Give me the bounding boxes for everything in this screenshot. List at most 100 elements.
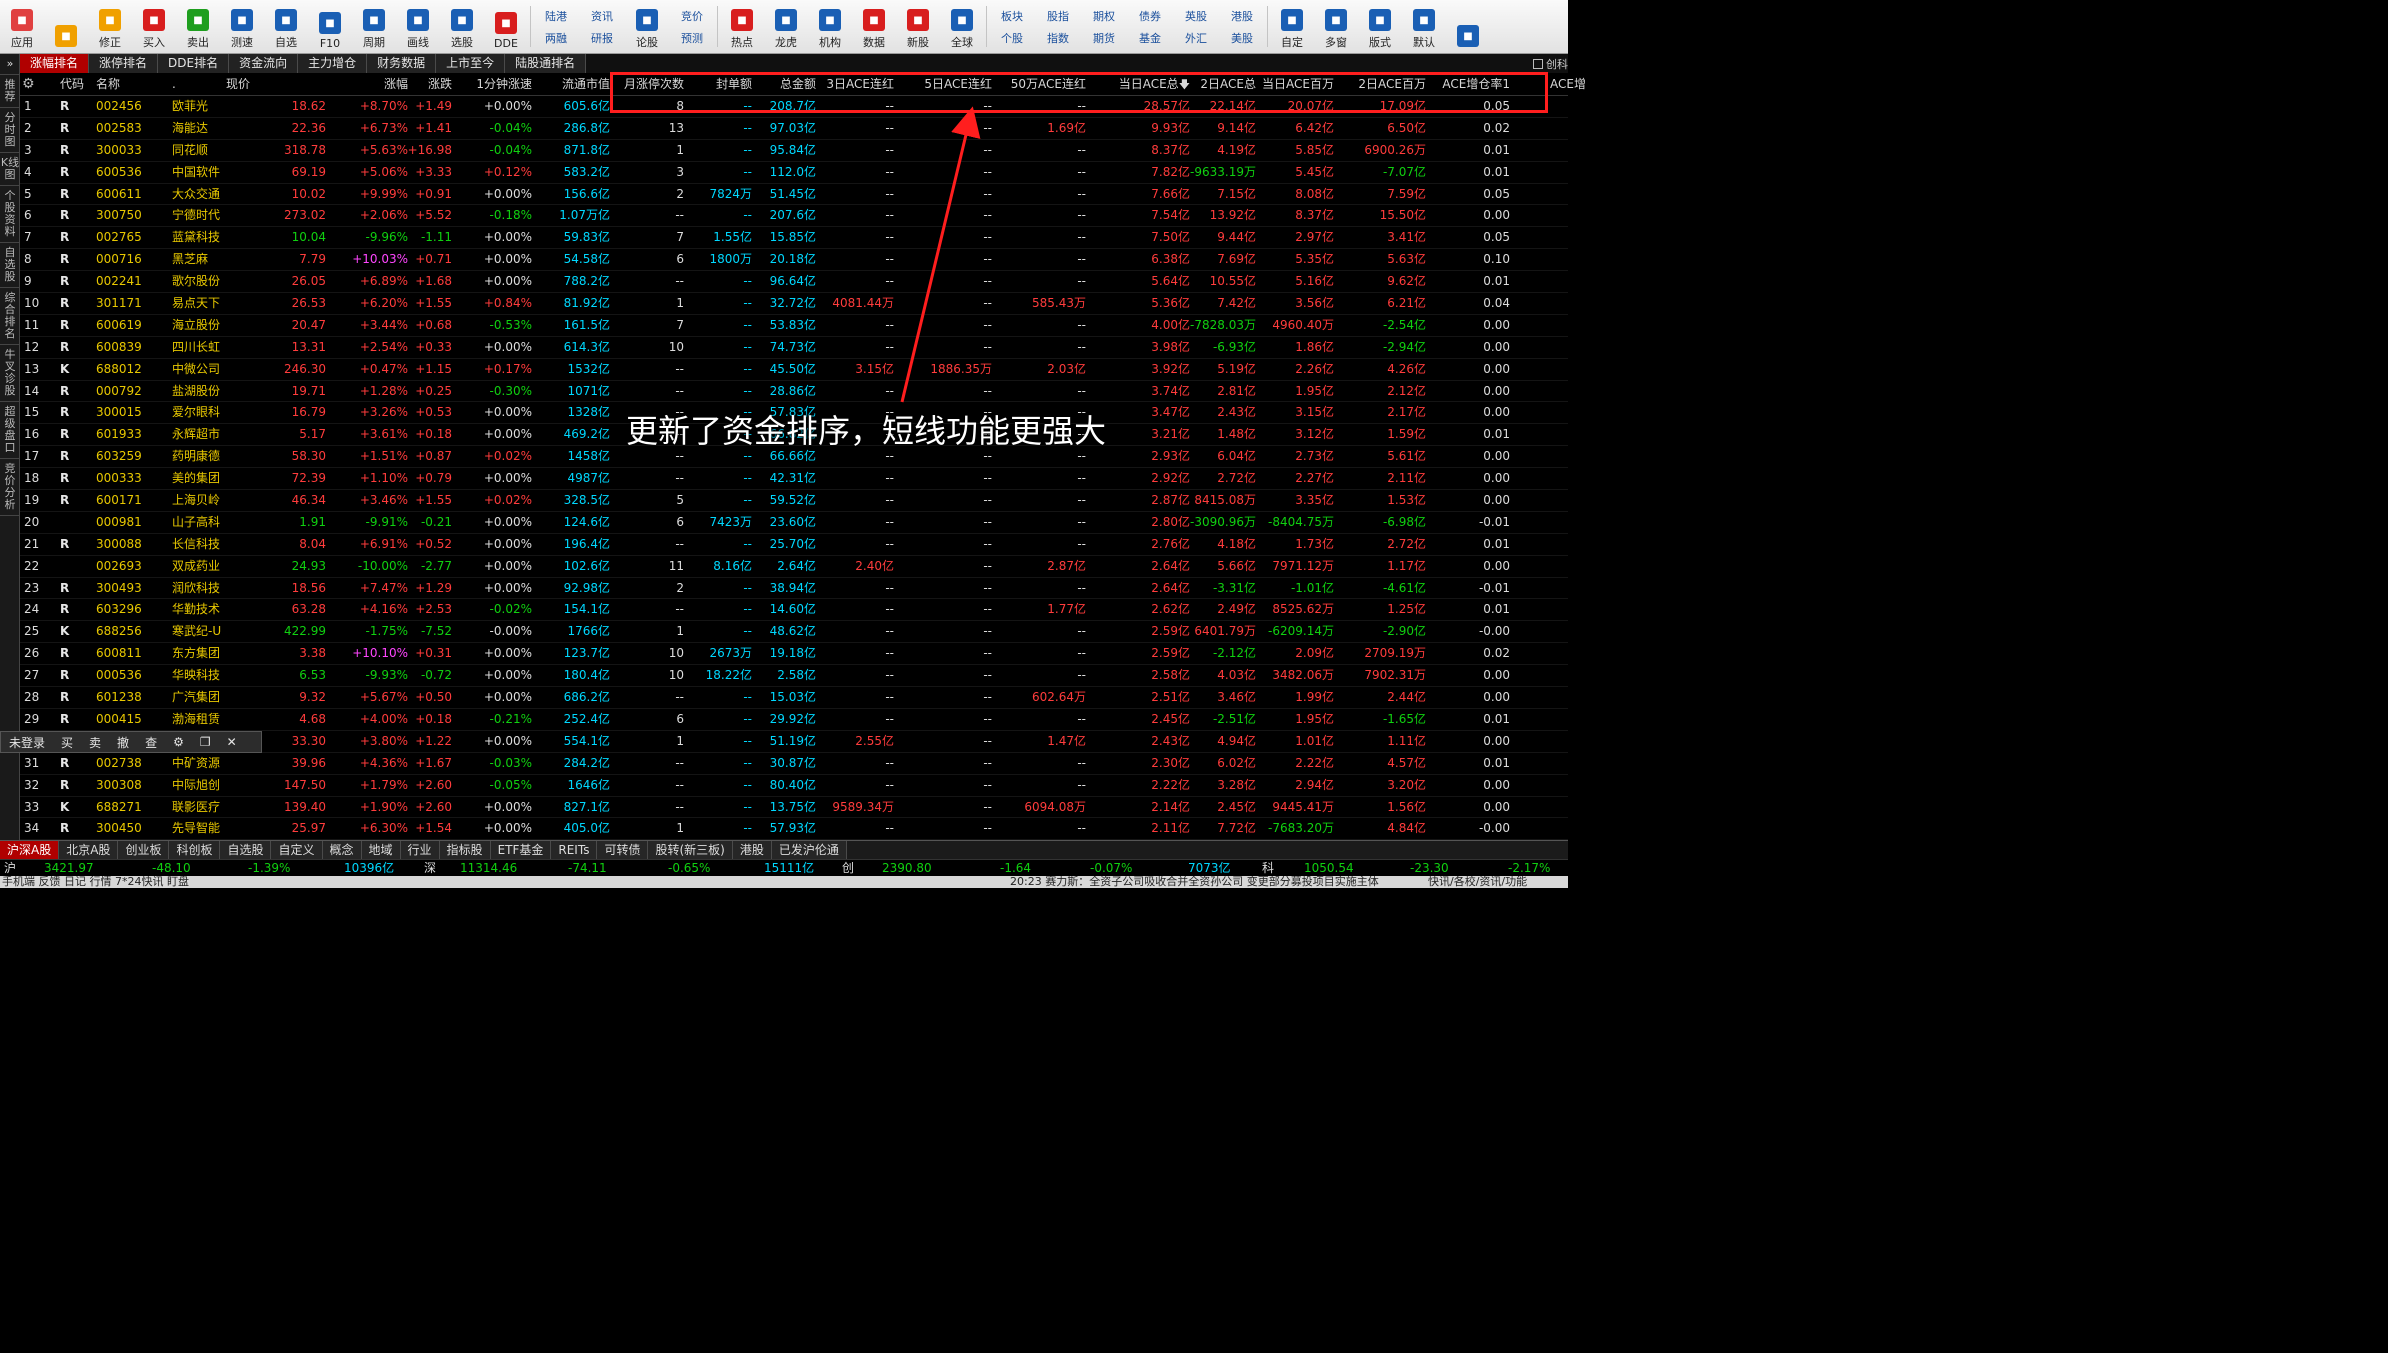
table-row[interactable]: 26 R 600811 东方集团 3.38 +10.10% +0.31 +0.00% 123.7… — [20, 643, 1568, 666]
checkbox-icon[interactable] — [1533, 59, 1543, 69]
market-tab-5[interactable]: 自定义 — [271, 841, 323, 859]
trade-action-7[interactable]: ✕ — [219, 735, 245, 749]
market-tab-0[interactable]: 沪深A股 — [0, 841, 60, 859]
trade-action-6[interactable]: ❐ — [192, 735, 219, 749]
toolbar-button-buttons-5[interactable]: ■ 测速 — [220, 0, 264, 53]
table-row[interactable]: 13 K 688012 中微公司 246.30 +0.47% +1.15 +0.17% 1532… — [20, 359, 1568, 381]
toolbar-link-bottom[interactable]: 指数 — [1047, 30, 1069, 46]
toolbar-button-buttons3-2[interactable]: ■ 机构 — [808, 0, 852, 53]
table-row[interactable]: 11 R 600619 海立股份 20.47 +3.44% +0.68 -0.53% 161.5… — [20, 315, 1568, 337]
market-tab-3[interactable]: 科创板 — [169, 841, 221, 859]
column-header-20[interactable]: ACE增 — [1386, 73, 1586, 96]
table-row[interactable]: 28 R 601238 广汽集团 9.32 +5.67% +0.50 +0.00% 686.2亿… — [20, 687, 1568, 709]
toolbar-link-bottom[interactable]: 期货 — [1093, 30, 1115, 46]
tab-3[interactable]: 资金流向 — [229, 54, 299, 73]
table-row[interactable]: 12 R 600839 四川长虹 13.31 +2.54% +0.33 +0.00% 614.3… — [20, 337, 1568, 359]
market-tab-7[interactable]: 地域 — [361, 841, 401, 859]
table-row[interactable]: 34 R 300450 先导智能 25.97 +6.30% +1.54 +0.00% 405.0… — [20, 818, 1568, 840]
trade-action-0[interactable]: 未登录 — [1, 734, 53, 751]
toolbar-button-buttons3-0[interactable]: ■ 热点 — [720, 0, 764, 53]
tab-2[interactable]: DDE排名 — [158, 54, 230, 73]
market-tab-13[interactable]: 股转(新三板) — [648, 841, 733, 859]
toolbar-button-buttons-4[interactable]: ■ 卖出 — [176, 0, 220, 53]
toolbar-button-buttons-9[interactable]: ■ 画线 — [396, 0, 440, 53]
table-row[interactable]: 7 R 002765 蓝黛科技 10.04 -9.96% -1.11 +0.00% 59.83亿… — [20, 227, 1568, 250]
toolbar-button-buttons3-5[interactable]: ■ 全球 — [940, 0, 984, 53]
toolbar-button-buttons-0[interactable]: ■ 应用 — [0, 0, 44, 53]
tab-4[interactable]: 主力增仓 — [298, 54, 368, 73]
side-tab-6[interactable]: 牛叉诊股 — [0, 345, 20, 402]
toolbar-link-top[interactable]: 英股 — [1185, 8, 1207, 24]
toolbar-link-top[interactable]: 债券 — [1139, 8, 1161, 24]
side-tab-4[interactable]: 自选股 — [0, 243, 20, 288]
market-tab-6[interactable]: 概念 — [322, 841, 362, 859]
side-tab-8[interactable]: 竞价分析 — [0, 459, 20, 516]
column-header-1[interactable]: 代码 — [60, 73, 84, 96]
table-row[interactable]: 31 R 002738 中矿资源 39.96 +4.36% +1.67 -0.03% 284.2… — [20, 753, 1568, 775]
toolbar-button-buttons-2[interactable]: ■ 修正 — [88, 0, 132, 53]
expand-toggle[interactable]: » — [0, 54, 20, 75]
market-tab-4[interactable]: 自选股 — [220, 841, 272, 859]
toolbar-button-buttons4-0[interactable]: ■ 自定 — [1270, 0, 1314, 53]
table-row[interactable]: 4 R 600536 中国软件 69.19 +5.06% +3.33 +0.12% 583.2亿… — [20, 162, 1568, 184]
sz-value[interactable]: 11314.46 — [460, 860, 517, 877]
tab-0[interactable]: 涨幅排名 — [20, 54, 90, 73]
market-tab-15[interactable]: 已发沪伦通 — [771, 841, 847, 859]
market-tab-9[interactable]: 指标股 — [439, 841, 491, 859]
side-tab-5[interactable]: 综合排名 — [0, 288, 20, 345]
market-tab-14[interactable]: 港股 — [732, 841, 772, 859]
toolbar-link-top[interactable]: 板块 — [1001, 8, 1023, 24]
table-row[interactable]: 20 000981 山子高科 1.91 -9.91% -0.21 +0.00% 124.6亿 6… — [20, 512, 1568, 534]
trade-action-1[interactable]: 买 — [53, 734, 81, 751]
table-row[interactable]: 23 R 300493 润欣科技 18.56 +7.47% +1.29 +0.00% 92.98… — [20, 578, 1568, 600]
toolbar-button-buttons4-1[interactable]: ■ 多窗 — [1314, 0, 1358, 53]
toolbar-button-buttons4-2[interactable]: ■ 版式 — [1358, 0, 1402, 53]
table-row[interactable]: 21 R 300088 长信科技 8.04 +6.91% +0.52 +0.00% 196.4亿… — [20, 534, 1568, 556]
toolbar-button-buttons4-4[interactable]: ■ — [1446, 0, 1490, 53]
table-row[interactable]: 25 K 688256 寒武纪-U 422.99 -1.75% -7.52 -0.00% 176… — [20, 621, 1568, 644]
market-tab-10[interactable]: ETF基金 — [490, 841, 552, 859]
table-row[interactable]: 22 002693 双成药业 24.93 -10.00% -2.77 +0.00% 102.6… — [20, 556, 1568, 578]
tab-5[interactable]: 财务数据 — [367, 54, 437, 73]
side-tab-7[interactable]: 超级盘口 — [0, 402, 20, 459]
table-row[interactable]: 14 R 000792 盐湖股份 19.71 +1.28% +0.25 -0.30% 1071亿… — [20, 381, 1568, 403]
toolbar-button-buttons3-3[interactable]: ■ 数据 — [852, 0, 896, 53]
checkbox-option[interactable]: 创科 — [1533, 56, 1568, 72]
market-tab-12[interactable]: 可转债 — [597, 841, 649, 859]
table-row[interactable]: 33 K 688271 联影医疗 139.40 +1.90% +2.60 +0.00% 827.… — [20, 797, 1568, 819]
cy-value[interactable]: 2390.80 — [882, 860, 932, 877]
table-row[interactable]: 18 R 000333 美的集团 72.39 +1.10% +0.79 +0.00% 4987亿… — [20, 468, 1568, 491]
trade-action-2[interactable]: 卖 — [81, 734, 109, 751]
market-tab-11[interactable]: REITs — [551, 841, 598, 859]
market-tab-8[interactable]: 行业 — [400, 841, 440, 859]
column-header-2[interactable]: 名称 — [96, 73, 120, 96]
side-tab-3[interactable]: 个股资料 — [0, 186, 20, 243]
toolbar-button-buttons2-0[interactable]: ■ 论股 — [625, 0, 669, 53]
tab-6[interactable]: 上市至今 — [436, 54, 506, 73]
toolbar-button-buttons-11[interactable]: ■ DDE — [484, 0, 528, 53]
tab-7[interactable]: 陆股通排名 — [505, 54, 587, 73]
table-row[interactable]: 24 R 603296 华勤技术 63.28 +4.16% +2.53 -0.02% 154.1… — [20, 599, 1568, 622]
settings-gear-icon[interactable]: ⚙ — [22, 73, 35, 96]
toolbar-button-buttons-7[interactable]: ■ F10 — [308, 0, 352, 53]
table-row[interactable]: 1 R 002456 欧菲光 18.62 +8.70% +1.49 +0.00% 605.6亿 8… — [20, 96, 1568, 118]
trade-action-4[interactable]: 查 — [137, 734, 165, 751]
side-tab-2[interactable]: K线图 — [0, 153, 20, 186]
table-row[interactable]: 9 R 002241 歌尔股份 26.05 +6.89% +1.68 +0.00% 788.2亿… — [20, 271, 1568, 294]
tab-1[interactable]: 涨停排名 — [89, 54, 159, 73]
trade-action-5[interactable]: ⚙ — [165, 735, 192, 749]
table-row[interactable]: 5 R 600611 大众交通 10.02 +9.99% +0.91 +0.00% 156.6亿… — [20, 184, 1568, 206]
status-links[interactable]: 手机端 反馈 日记 行情 7*24快讯 盯盘 — [2, 876, 189, 888]
toolbar-button-buttons-8[interactable]: ■ 周期 — [352, 0, 396, 53]
toolbar-link-bottom[interactable]: 两融 — [545, 30, 567, 46]
sh-value[interactable]: 3421.97 — [44, 860, 94, 877]
column-header-3[interactable]: . — [172, 73, 176, 96]
table-row[interactable]: 6 R 300750 宁德时代 273.02 +2.06% +5.52 -0.18% 1.07万… — [20, 205, 1568, 228]
side-tab-0[interactable]: 推荐 — [0, 75, 20, 108]
toolbar-button-buttons3-4[interactable]: ■ 新股 — [896, 0, 940, 53]
side-tab-1[interactable]: 分时图 — [0, 108, 20, 153]
toolbar-link-bottom[interactable]: 研报 — [591, 30, 613, 46]
toolbar-link-bottom[interactable]: 外汇 — [1185, 30, 1207, 46]
news-ticker[interactable]: 20:23 赛力斯：全资子公司吸收合并全资孙公司 变更部分募投项目实施主体 — [1010, 876, 1379, 888]
toolbar-link-top[interactable]: 资讯 — [591, 8, 613, 24]
